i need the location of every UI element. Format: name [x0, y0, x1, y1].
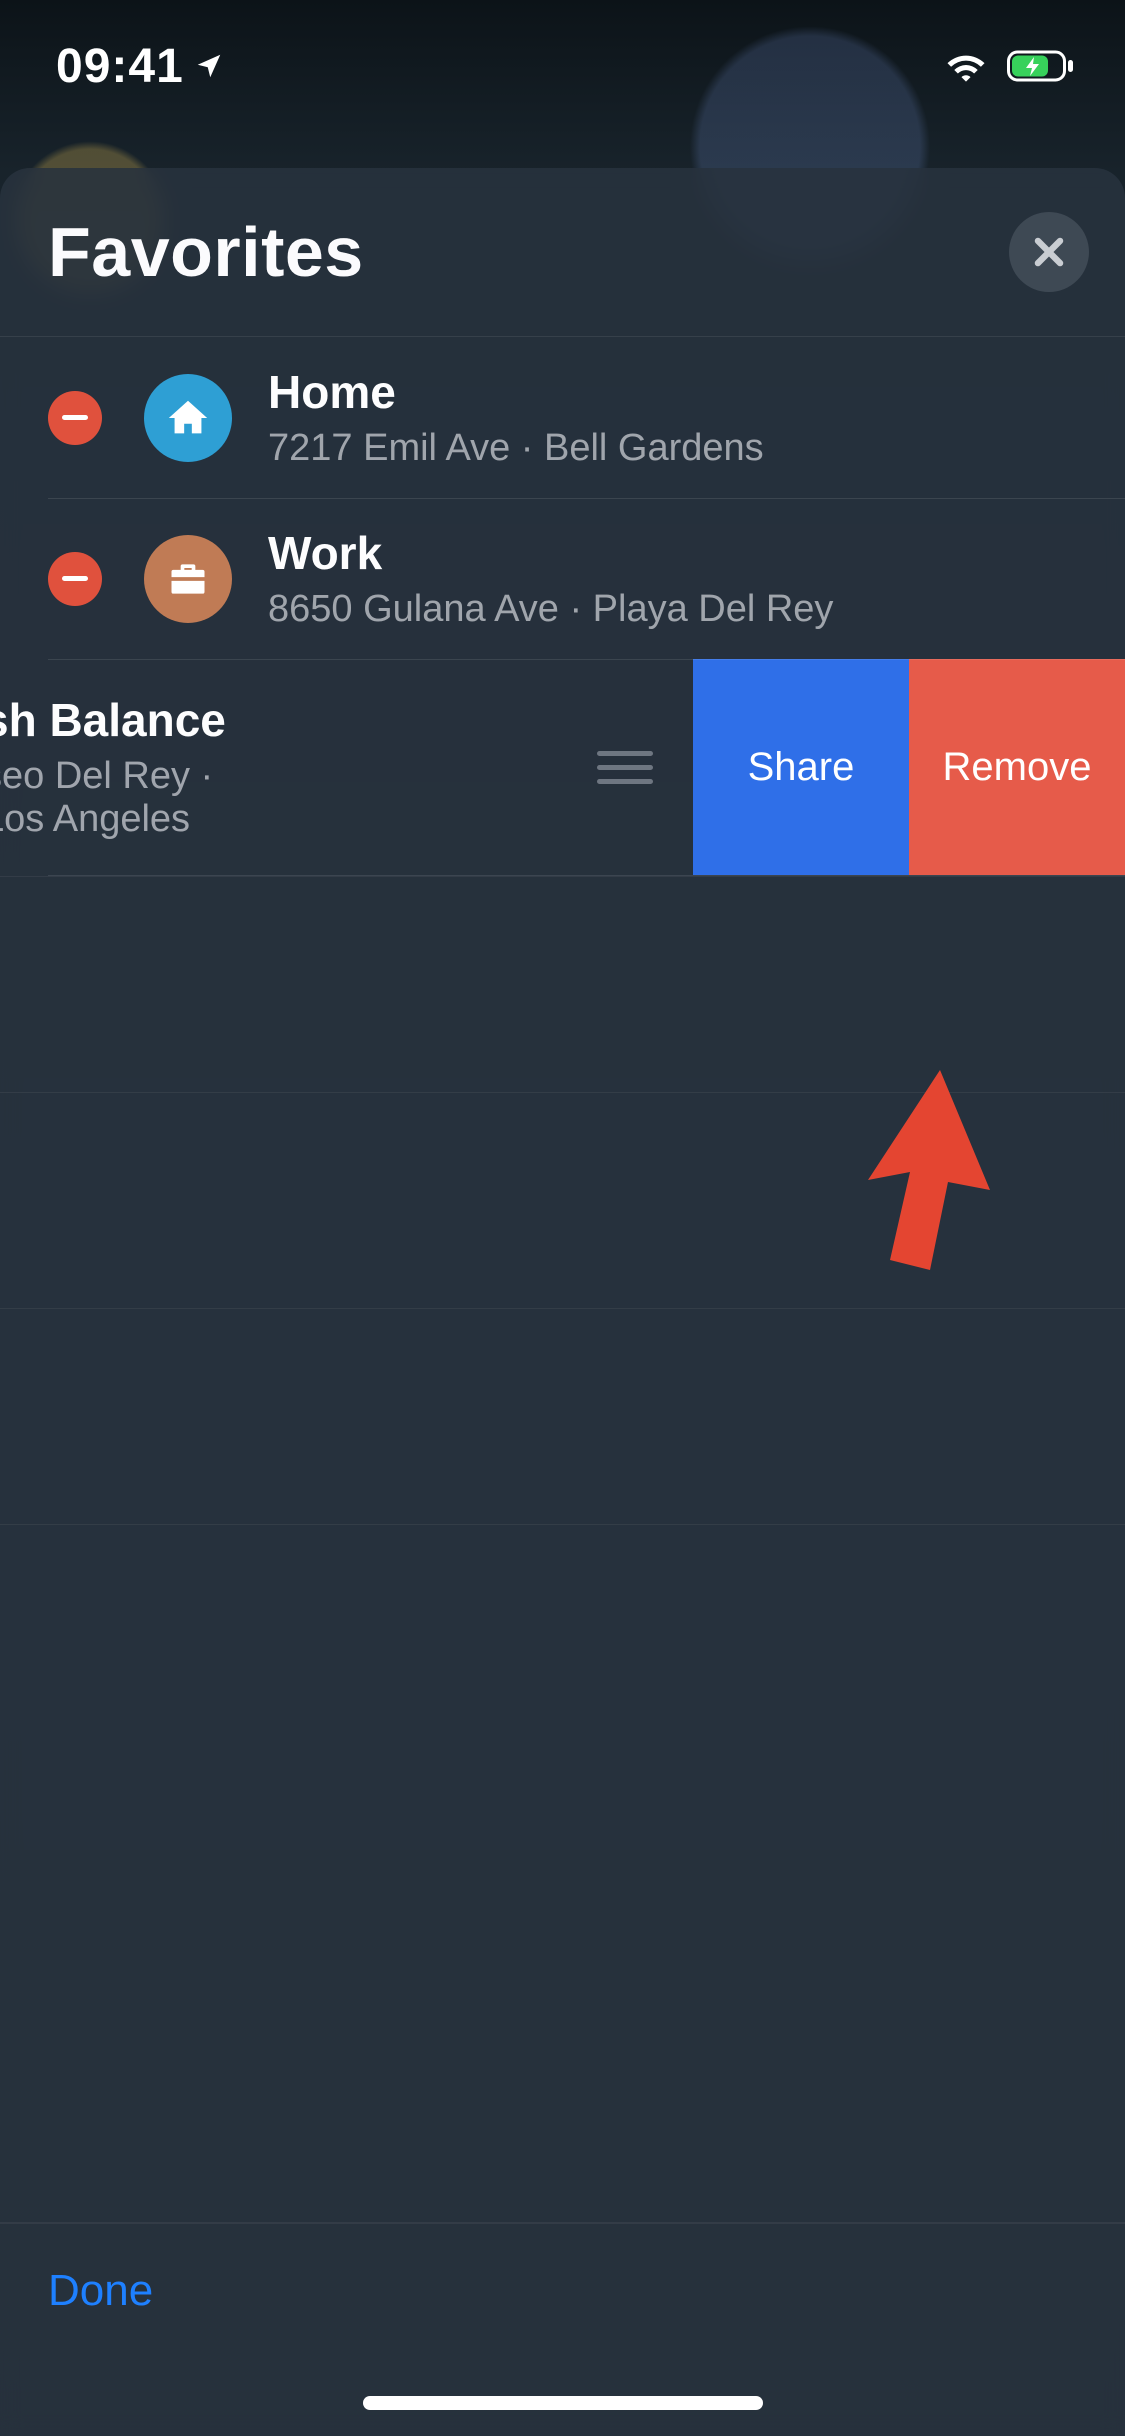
battery-charging-icon: [1007, 49, 1077, 83]
favorite-row-work[interactable]: Work 8650 Gulana Ave · Playa Del Rey: [0, 498, 1125, 659]
favorite-subtitle: 7217 Emil Ave · Bell Gardens: [268, 427, 1125, 470]
close-icon: [1030, 233, 1068, 271]
status-time: 09:41: [56, 39, 184, 94]
favorite-title: Home: [268, 365, 1125, 419]
annotation-arrow-icon: [820, 1060, 1010, 1290]
swipe-actions: Share Remove: [693, 659, 1125, 875]
favorites-sheet: Favorites Home 7217 Emil Ave · Bell Gard…: [0, 168, 1125, 2436]
status-bar: 09:41: [0, 0, 1125, 132]
favorite-title: Work: [268, 526, 1125, 580]
favorite-row-home[interactable]: Home 7217 Emil Ave · Bell Gardens: [0, 337, 1125, 498]
home-indicator[interactable]: [363, 2396, 763, 2410]
remove-button[interactable]: Remove: [909, 659, 1125, 875]
favorite-row-swiped[interactable]: sh Balance seo Del Rey · Los Angeles Sha…: [0, 659, 1125, 875]
close-button[interactable]: [1009, 212, 1089, 292]
location-arrow-icon: [194, 51, 224, 81]
sheet-title: Favorites: [48, 212, 364, 292]
home-icon: [144, 374, 232, 462]
delete-row-button[interactable]: [48, 391, 102, 445]
empty-rows: [0, 876, 1125, 1740]
reorder-handle-icon[interactable]: [597, 751, 653, 784]
done-button[interactable]: Done: [48, 2266, 153, 2316]
favorite-title: sh Balance: [0, 693, 272, 747]
delete-row-button[interactable]: [48, 552, 102, 606]
wifi-icon: [943, 49, 989, 83]
share-button[interactable]: Share: [693, 659, 909, 875]
briefcase-icon: [144, 535, 232, 623]
favorite-subtitle: 8650 Gulana Ave · Playa Del Rey: [268, 588, 1125, 631]
favorite-subtitle: seo Del Rey · Los Angeles: [0, 755, 272, 841]
